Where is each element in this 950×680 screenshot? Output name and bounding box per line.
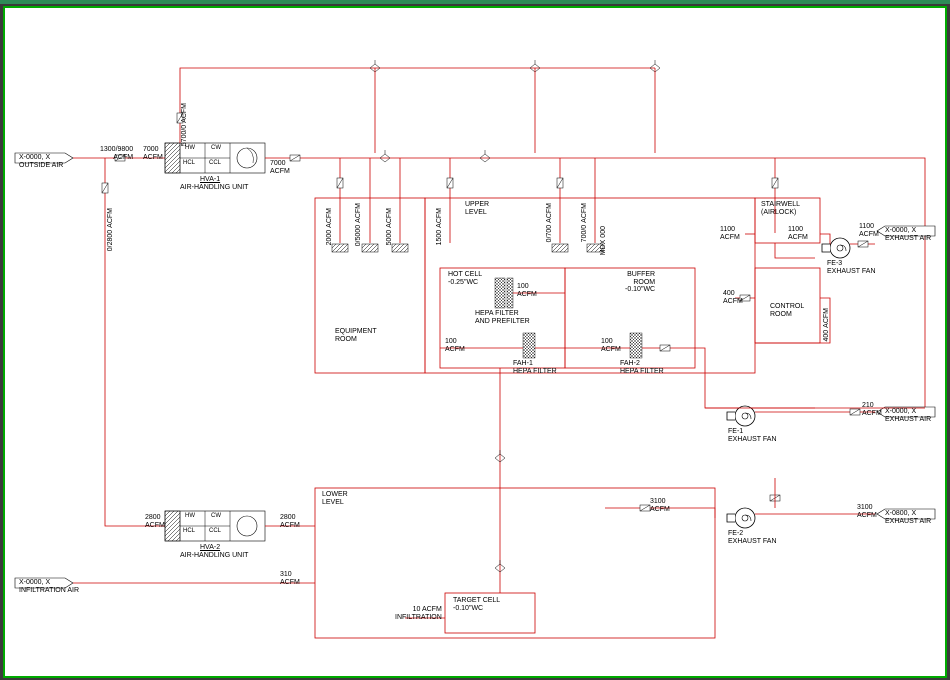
hepa-prefilter-label: HEPA FILTERAND PREFILTER (475, 310, 530, 325)
fah-1-label: FAH-1HEPA FILTER (513, 360, 557, 375)
flow-infil: 310ACFM (280, 571, 300, 586)
fah-2-icon (630, 333, 642, 358)
infiltration-air-text: X-0000, XINFILTRATION AIR (19, 579, 79, 594)
flow-infil-small: 10 ACFMINFILTRATION (395, 606, 442, 621)
flow-hva2-out: 2800ACFM (280, 514, 300, 529)
flow-hva1-in: 7000ACFM (143, 146, 163, 161)
hva-2-label: HVA-2 (200, 544, 220, 552)
exhaust-3-text: X-0800, XEXHAUST AIR (885, 510, 931, 525)
upper-level-label: UPPERLEVEL (465, 201, 489, 216)
flow-hva1-top: 5700/0 ACFM (181, 103, 188, 146)
flow-hva2-in: 2800ACFM (145, 514, 165, 529)
fe-1-fan-icon (727, 406, 755, 426)
lower-level-label: LOWERLEVEL (322, 491, 348, 506)
hvac-diagram-canvas: X-0000, XOUTSIDE AIR X-0000, XINFILTRATI… (3, 6, 947, 678)
fe-2-label: FE-2EXHAUST FAN (728, 530, 777, 545)
fah-1-icon (523, 333, 535, 358)
exhaust-2-text: X-0000, XEXHAUST AIR (885, 408, 931, 423)
outside-air-text: X-0000, XOUTSIDE AIR (19, 154, 63, 169)
fe-2-fan-icon (727, 508, 755, 528)
flow-hva1-out: 7000ACFM (270, 160, 290, 175)
hva-1-label: HVA-1 (200, 176, 220, 184)
fe-3-label: FE-3EXHAUST FAN (827, 260, 876, 275)
flow-main-in: 1300/9800ACFM (100, 146, 133, 161)
diffuser-icon (332, 244, 348, 252)
flow-bypass: 0/2800 ACFM (107, 208, 114, 251)
fe-3-fan-icon (822, 238, 850, 258)
hepa-prefilter-icon (495, 278, 513, 308)
control-room-label: CONTROLROOM (770, 303, 804, 318)
stairwell-label: STAIRWELL(AIRLOCK) (761, 201, 800, 216)
fe-1-label: FE-1EXHAUST FAN (728, 428, 777, 443)
fah-2-label: FAH-2HEPA FILTER (620, 360, 664, 375)
target-cell-label: TARGET CELL-0.10"WC (453, 597, 500, 612)
hot-cell-label: HOT CELL-0.25"WC (448, 271, 482, 286)
buffer-room-label: BUFFERROOM-0.10"WC (625, 271, 655, 294)
diagram-svg (5, 8, 945, 676)
equipment-room-label: EQUIPMENTROOM (335, 328, 377, 343)
exhaust-1-text: X-0000, XEXHAUST AIR (885, 227, 931, 242)
